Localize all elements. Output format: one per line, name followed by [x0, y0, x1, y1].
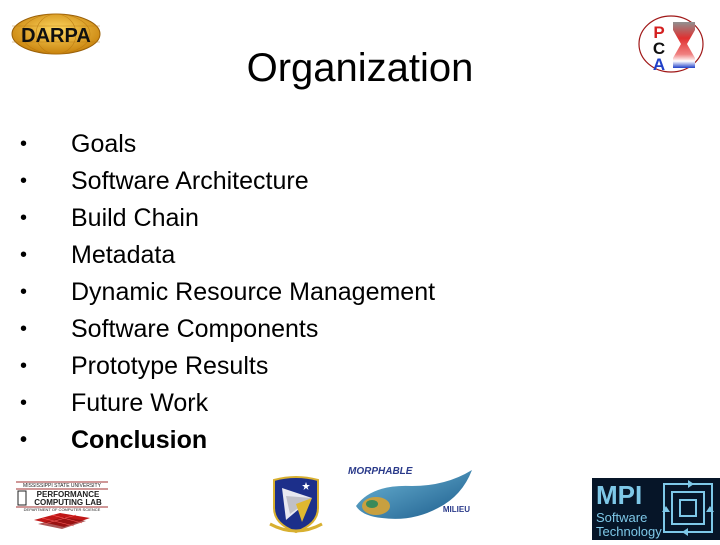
mpi-software-text: Software [596, 510, 647, 525]
bullet-marker: • [20, 318, 28, 340]
bullet-marker: • [20, 170, 28, 192]
bullet-text: Goals [71, 130, 137, 158]
bullet-text: Conclusion [71, 426, 208, 454]
bullet-text: Build Chain [71, 204, 199, 232]
bullet-item: • Software Architecture [20, 163, 435, 200]
msu-hpc-lab-logo: MISSISSIPPI STATE UNIVERSITY PERFORMANCE… [14, 480, 110, 530]
afrl-shield-logo [266, 474, 326, 536]
bullet-text: Future Work [71, 389, 209, 417]
slide-title: Organization [246, 46, 474, 90]
morphable-text: MORPHABLE [348, 466, 413, 477]
morphable-milieu-logo: MORPHABLE MILIEU [342, 462, 476, 532]
bullet-marker: • [20, 429, 28, 451]
bullet-item: • Future Work [20, 385, 435, 422]
mpi-technology-text: Technology [596, 524, 662, 539]
bullet-item: • Prototype Results [20, 348, 435, 385]
bullet-marker: • [20, 207, 28, 229]
mpi-software-technology-logo: MPI Software Technology [592, 478, 720, 540]
bullet-text: Software Components [71, 315, 319, 343]
bullet-item: • Conclusion [20, 422, 435, 459]
bullet-marker: • [20, 355, 28, 377]
mpi-text: MPI [596, 480, 642, 510]
bullet-item: • Dynamic Resource Management [20, 274, 435, 311]
bullet-marker: • [20, 133, 28, 155]
bullet-text: Metadata [71, 241, 176, 269]
bullet-marker: • [20, 281, 28, 303]
bullet-text: Dynamic Resource Management [71, 278, 436, 306]
bullet-list: • Goals • Software Architecture • Build Chain… [20, 126, 435, 459]
bullet-text: Prototype Results [71, 352, 269, 380]
bullet-item: • Metadata [20, 237, 435, 274]
msu-line3: COMPUTING LAB [34, 498, 102, 507]
milieu-text: MILIEU [443, 505, 470, 514]
msu-line4: DEPARTMENT OF COMPUTER SCIENCE [24, 507, 101, 512]
msu-line1: MISSISSIPPI STATE UNIVERSITY [23, 483, 102, 489]
bullet-marker: • [20, 392, 28, 414]
bullet-item: • Software Components [20, 311, 435, 348]
bullet-item: • Goals [20, 126, 435, 163]
bullet-marker: • [20, 244, 28, 266]
bullet-text: Software Architecture [71, 167, 309, 195]
bullet-item: • Build Chain [20, 200, 435, 237]
